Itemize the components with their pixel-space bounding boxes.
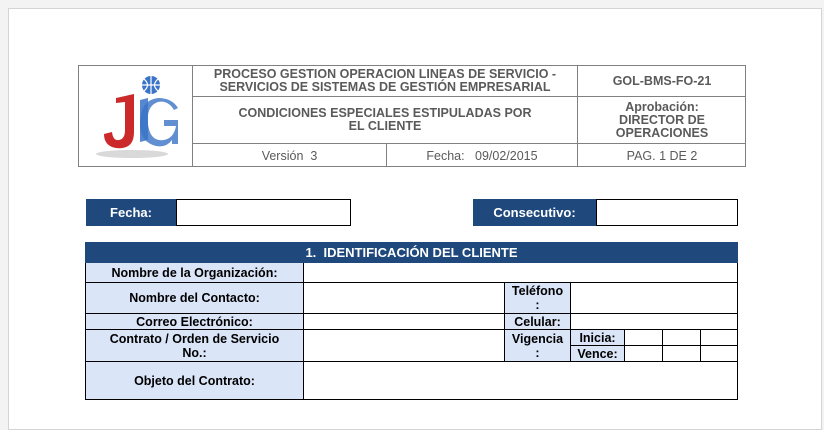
phone-input[interactable] (571, 283, 737, 313)
approval-cell: Aprobación: DIRECTOR DE OPERACIONES (578, 97, 746, 143)
document-code: GOL-BMS-FO-21 (612, 73, 712, 88)
objeto-input[interactable] (304, 362, 737, 399)
inicia-day-input[interactable] (625, 330, 662, 345)
contract-input[interactable] (304, 330, 504, 361)
inicia-month-input[interactable] (663, 330, 700, 345)
org-input[interactable] (304, 263, 737, 282)
fecha-input[interactable] (176, 199, 351, 226)
consecutivo-input[interactable] (596, 199, 738, 226)
company-logo (88, 70, 184, 160)
contract-label: Contrato / Orden de Servicio No.: (86, 330, 303, 361)
vence-day-input[interactable] (625, 346, 662, 361)
fecha-label: Fecha: (86, 199, 176, 226)
email-label: Correo Electrónico: (86, 314, 303, 329)
org-label: Nombre de la Organización: (86, 263, 303, 282)
vigencia-label: Vigencia : (505, 330, 570, 361)
inicia-label: Inicia: (571, 330, 624, 345)
page-number: PAG. 1 DE 2 (626, 148, 698, 163)
contact-label: Nombre del Contacto: (86, 283, 303, 313)
cell-label: Celular: (505, 314, 570, 329)
contact-input[interactable] (304, 283, 504, 313)
objeto-label: Objeto del Contrato: (86, 362, 303, 399)
process-title-line2: SERVICIOS DE SISTEMAS DE GESTIÓN EMPRESA… (219, 80, 551, 94)
process-title: PROCESO GESTION OPERACION LINEAS DE SERV… (193, 66, 577, 96)
inicia-year-input[interactable] (701, 330, 737, 345)
consecutivo-label: Consecutivo: (473, 199, 596, 226)
document-title: CONDICIONES ESPECIALES ESTIPULADAS POR E… (238, 106, 532, 133)
phone-label: Teléfono : (505, 283, 570, 313)
vence-month-input[interactable] (663, 346, 700, 361)
header-date: Fecha: 09/02/2015 (426, 148, 538, 163)
cell-input[interactable] (571, 314, 737, 329)
section-title: 1. IDENTIFICACIÓN DEL CLIENTE (85, 242, 738, 263)
approval-label: Aprobación: (625, 99, 699, 114)
email-input[interactable] (304, 314, 504, 329)
vence-year-input[interactable] (701, 346, 737, 361)
version-label: Versión 3 (261, 148, 318, 163)
approval-value: DIRECTOR DE OPERACIONES (615, 112, 709, 140)
vence-label: Vence: (571, 346, 624, 361)
